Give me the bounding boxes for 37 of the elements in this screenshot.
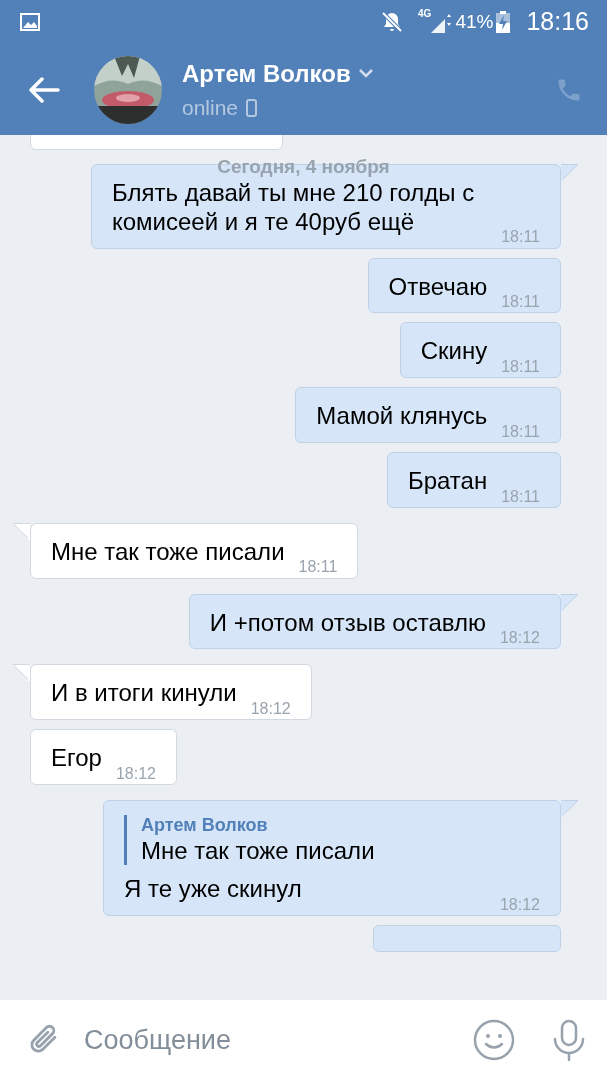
- contact-name: Артем Волков: [182, 58, 351, 89]
- message-time: 18:12: [499, 894, 540, 915]
- message-text: И +потом отзыв оставлю: [209, 608, 486, 638]
- back-arrow-icon[interactable]: [28, 76, 60, 103]
- message-time: 18:11: [501, 292, 540, 312]
- message-composer[interactable]: Сообщение: [0, 1000, 607, 1080]
- message-time: 18:12: [499, 628, 540, 648]
- message-time: 18:11: [501, 486, 540, 506]
- chevron-down-icon[interactable]: [358, 69, 373, 79]
- quote-author: Артем Волков: [141, 814, 269, 837]
- image-icon: [20, 13, 40, 31]
- status-time: 18:16: [526, 6, 589, 38]
- message-text: Егор: [51, 744, 102, 773]
- message-text: Братан: [407, 467, 488, 496]
- date-label: Сегодня, 4 ноября: [217, 155, 390, 179]
- message-text: Блять давай ты мне 210 голды с комисеей и я те 40руб ещё: [112, 179, 476, 237]
- message-text: Скину: [420, 337, 488, 367]
- message-text: Мамой клянусь: [316, 402, 488, 431]
- message-text: Мне так тоже писали: [51, 537, 285, 567]
- message-time: 18:12: [250, 699, 291, 719]
- message-text: Я те уже скинул: [124, 875, 302, 905]
- message-time: 18:11: [501, 227, 540, 247]
- message-text: Отвечаю: [388, 272, 488, 302]
- charging-battery-icon: [496, 11, 511, 33]
- muted-bell-icon: [380, 10, 405, 34]
- quote-text: Мне так тоже писали: [141, 836, 376, 866]
- smiley-icon[interactable]: [473, 1019, 515, 1061]
- network-label: 4G: [418, 9, 432, 19]
- battery-percentage: 41%: [455, 9, 494, 34]
- message-text: И в итоги кинули: [51, 679, 237, 709]
- microphone-icon[interactable]: [551, 1019, 587, 1061]
- message-time: 18:11: [298, 557, 338, 577]
- phone-device-icon: [246, 98, 258, 117]
- online-status: online: [182, 94, 239, 121]
- message-time: 18:11: [501, 357, 540, 377]
- message-time: 18:12: [115, 763, 156, 783]
- message-time: 18:11: [501, 421, 540, 441]
